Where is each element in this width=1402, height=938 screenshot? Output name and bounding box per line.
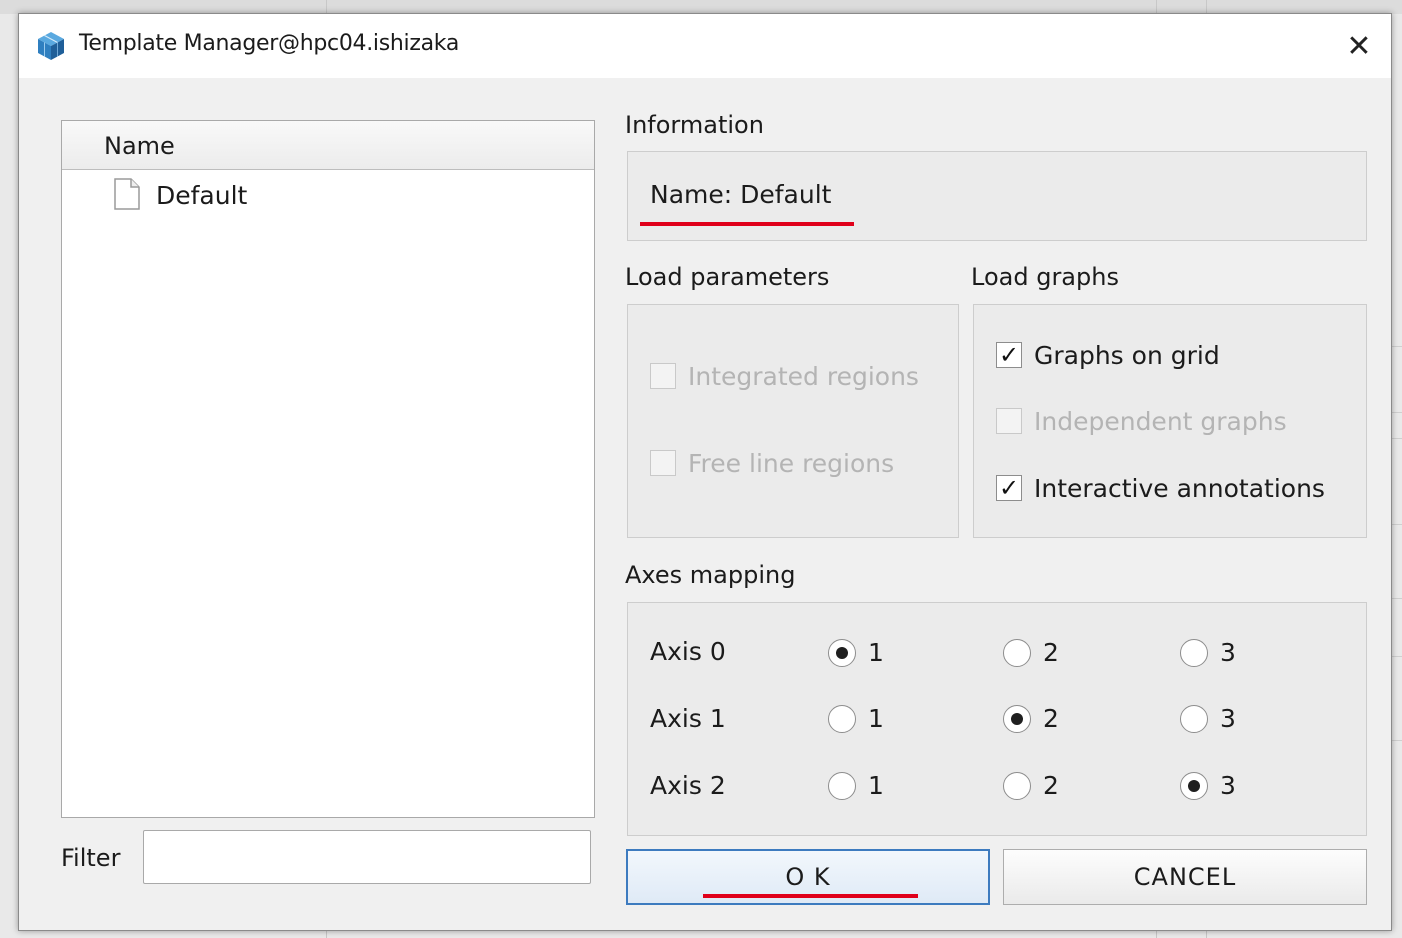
information-group: Name: Default	[627, 151, 1367, 241]
axis-1-option-2[interactable]: 2	[1003, 704, 1059, 733]
template-name-text: Name: Default	[650, 180, 832, 209]
radio-button[interactable]	[1003, 771, 1031, 800]
load-graphs-section-label: Load graphs	[971, 263, 1119, 291]
checkbox-box[interactable]	[650, 363, 676, 389]
checkmark-icon: ✓	[998, 341, 1020, 369]
filter-label: Filter	[61, 844, 121, 872]
integrated-regions-checkbox[interactable]: Integrated regions	[650, 359, 919, 393]
axis-2-option-1[interactable]: 1	[828, 771, 884, 800]
graphs-on-grid-checkbox[interactable]: ✓ Graphs on grid	[996, 338, 1220, 372]
annotation-underline	[703, 894, 918, 898]
window-title: Template Manager@hpc04.ishizaka	[79, 31, 459, 56]
radio-button[interactable]	[828, 771, 856, 800]
background-toolbar	[0, 0, 1402, 14]
filter-input[interactable]	[143, 830, 591, 884]
axis-0-label: Axis 0	[650, 637, 726, 666]
background-row	[1392, 740, 1402, 741]
radio-button[interactable]	[828, 638, 856, 667]
checkbox-box[interactable]: ✓	[996, 342, 1022, 368]
independent-graphs-checkbox[interactable]: Independent graphs	[996, 404, 1287, 438]
list-column-header[interactable]: Name	[62, 121, 594, 170]
checkbox-box[interactable]	[650, 450, 676, 476]
load-parameters-section-label: Load parameters	[625, 263, 830, 291]
checkbox-label: Free line regions	[688, 448, 895, 478]
radio-label: 3	[1220, 638, 1236, 667]
list-item[interactable]: Default	[62, 173, 594, 219]
load-graphs-group: ✓ Graphs on grid Independent graphs ✓ In…	[973, 304, 1367, 538]
checkmark-icon: ✓	[998, 474, 1020, 502]
radio-button[interactable]	[1180, 704, 1208, 733]
radio-button[interactable]	[828, 704, 856, 733]
axes-mapping-section-label: Axes mapping	[625, 561, 796, 589]
load-parameters-group: Integrated regions Free line regions	[627, 304, 959, 538]
cancel-button[interactable]: CANCEL	[1003, 849, 1367, 905]
template-manager-dialog: Template Manager@hpc04.ishizaka ✕ Name D…	[18, 13, 1392, 931]
axis-0-option-2[interactable]: 2	[1003, 638, 1059, 667]
axis-2-option-3[interactable]: 3	[1180, 771, 1236, 800]
checkbox-label: Independent graphs	[1034, 406, 1287, 436]
free-line-regions-checkbox[interactable]: Free line regions	[650, 446, 894, 480]
axis-2-label: Axis 2	[650, 771, 726, 800]
list-item-label: Default	[156, 181, 248, 210]
radio-button[interactable]	[1003, 704, 1031, 733]
background-row	[1392, 598, 1402, 599]
template-list[interactable]: Name Default	[61, 120, 595, 818]
axis-0-option-3[interactable]: 3	[1180, 638, 1236, 667]
axis-2-option-2[interactable]: 2	[1003, 771, 1059, 800]
radio-button[interactable]	[1180, 771, 1208, 800]
title-bar[interactable]: Template Manager@hpc04.ishizaka ✕	[19, 14, 1391, 78]
radio-button[interactable]	[1003, 638, 1031, 667]
axis-1-label: Axis 1	[650, 704, 726, 733]
radio-label: 2	[1043, 638, 1059, 667]
information-section-label: Information	[625, 111, 764, 139]
radio-label: 3	[1220, 704, 1236, 733]
checkbox-box[interactable]	[996, 408, 1022, 434]
checkbox-box[interactable]: ✓	[996, 475, 1022, 501]
checkbox-label: Integrated regions	[688, 361, 919, 391]
radio-button[interactable]	[1180, 638, 1208, 667]
axis-0-option-1[interactable]: 1	[828, 638, 884, 667]
background-row	[1392, 438, 1402, 439]
axes-mapping-group: Axis 0 1 2 3 Axis 1 1 2 3 Axis 2 1 2 3	[627, 602, 1367, 836]
close-icon: ✕	[1346, 28, 1372, 64]
radio-label: 2	[1043, 704, 1059, 733]
axis-1-option-3[interactable]: 3	[1180, 704, 1236, 733]
file-icon	[114, 178, 140, 210]
radio-label: 1	[868, 638, 884, 667]
background-row	[1392, 656, 1402, 657]
ok-button-label: O K	[785, 863, 831, 891]
radio-label: 3	[1220, 771, 1236, 800]
radio-label: 1	[868, 704, 884, 733]
background-row	[1392, 524, 1402, 525]
cancel-button-label: CANCEL	[1133, 863, 1237, 891]
column-header-name: Name	[104, 132, 175, 160]
background-row	[1392, 346, 1402, 347]
cube-icon	[38, 32, 64, 60]
checkbox-label: Interactive annotations	[1034, 473, 1325, 503]
checkbox-label: Graphs on grid	[1034, 340, 1220, 370]
radio-label: 1	[868, 771, 884, 800]
close-button[interactable]: ✕	[1327, 14, 1391, 78]
axis-1-option-1[interactable]: 1	[828, 704, 884, 733]
annotation-underline	[640, 222, 854, 226]
interactive-annotations-checkbox[interactable]: ✓ Interactive annotations	[996, 471, 1325, 505]
radio-label: 2	[1043, 771, 1059, 800]
background-row	[1392, 412, 1402, 413]
